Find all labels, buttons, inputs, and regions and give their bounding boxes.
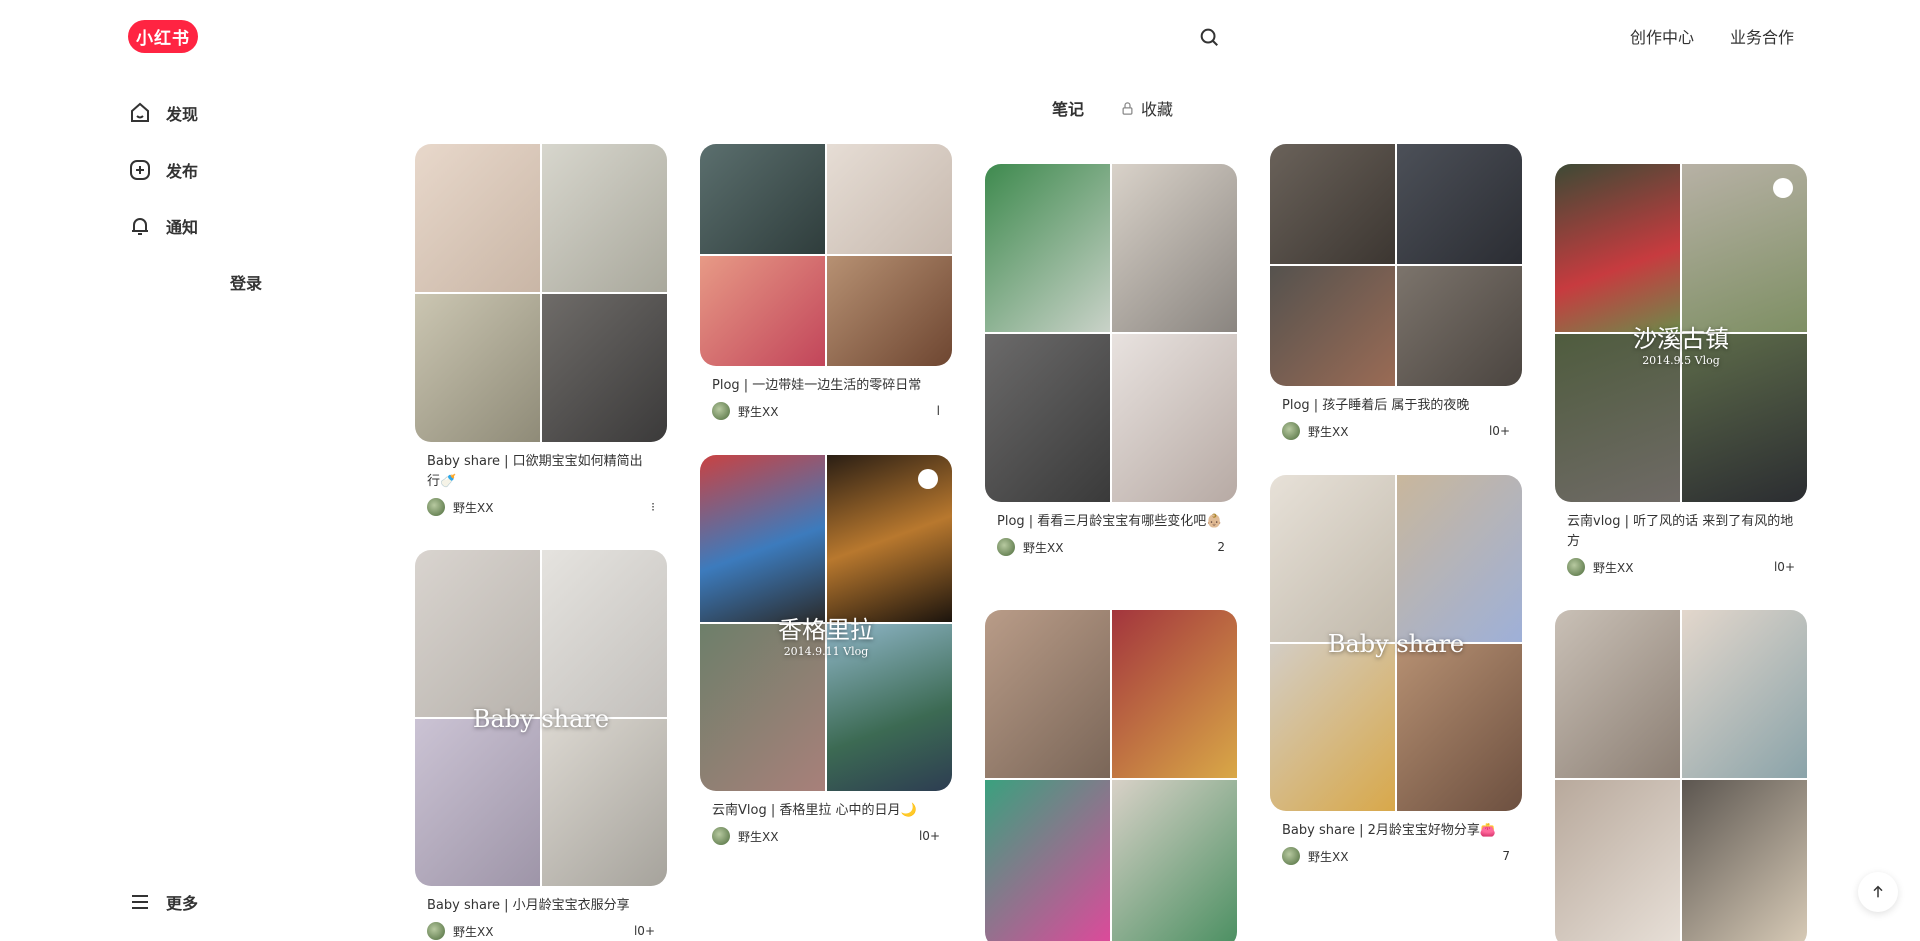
author-name[interactable]: 野生XX [1308,423,1348,440]
avatar[interactable] [1282,422,1300,440]
like-count[interactable]: l0+ [1774,560,1795,574]
note-card[interactable]: Plog | 孩子睡着后 属于我的夜晚 野生XX l0+ [1270,144,1522,440]
note-card[interactable]: 香格里拉 2014.9.11 Vlog 云南Vlog | 香格里拉 心中的日月🌙… [700,455,952,845]
note-card[interactable]: Plog | 看看三月龄宝宝有哪些变化吧👶🏼 野生XX 2 [985,164,1237,556]
cover-overlay-text: Baby share [1327,629,1465,658]
menu-icon [132,895,148,909]
like-count[interactable]: l [937,404,940,418]
cover-overlay-text: 香格里拉 2014.9.11 Vlog [778,615,874,658]
tab-collect[interactable]: 收藏 [1120,96,1173,120]
note-cover[interactable] [985,610,1237,941]
note-title[interactable]: 云南Vlog | 香格里拉 心中的日月🌙 [712,801,940,821]
note-cover[interactable]: 沙溪古镇 2014.9.5 Vlog [1555,164,1807,502]
note-card[interactable] [1555,610,1807,941]
more-label: 更多 [166,894,199,913]
home-icon [131,102,149,122]
author-name[interactable]: 野生XX [738,403,778,420]
video-indicator-icon [1773,178,1793,198]
sidebar-item-label: 发现 [166,105,199,124]
arrow-up-icon [1873,885,1883,898]
sidebar-item-publish[interactable]: 发布 [128,150,198,190]
author-name[interactable]: 野生XX [738,828,778,845]
note-card[interactable]: Baby share | 口欲期宝宝如何精简出行🍼 野生XX ⁝ [415,144,667,516]
note-title[interactable]: Plog | 看看三月龄宝宝有哪些变化吧👶🏼 [997,512,1225,532]
tab-notes[interactable]: 笔记 [1052,96,1084,120]
creator-center-link[interactable]: 创作中心 [1630,24,1694,48]
note-title[interactable]: Plog | 孩子睡着后 属于我的夜晚 [1282,396,1510,416]
note-cover[interactable] [1555,610,1807,941]
avatar[interactable] [427,922,445,940]
note-card[interactable] [985,610,1237,941]
tab-label: 笔记 [1052,100,1085,119]
note-cover[interactable]: 香格里拉 2014.9.11 Vlog [700,455,952,791]
note-cover[interactable] [1270,144,1522,386]
lock-icon [1122,101,1133,115]
cover-overlay-text: 沙溪古镇 2014.9.5 Vlog [1633,325,1729,368]
author-name[interactable]: 野生XX [1593,559,1633,576]
author-name[interactable]: 野生XX [1023,539,1063,556]
note-card[interactable]: 沙溪古镇 2014.9.5 Vlog 云南vlog | 听了风的话 来到了有风的… [1555,164,1807,576]
avatar[interactable] [1282,847,1300,865]
like-count[interactable]: l0+ [919,829,940,843]
video-indicator-icon [918,469,938,489]
note-cover[interactable]: Baby share [415,550,667,886]
note-cover[interactable] [415,144,667,442]
logo[interactable]: 小红书 [128,20,198,53]
note-card[interactable]: Baby share Baby share | 小月龄宝宝衣服分享 野生XX l… [415,550,667,940]
avatar[interactable] [712,827,730,845]
note-card[interactable]: Baby share Baby share | 2月龄宝宝好物分享👛 野生XX … [1270,475,1522,865]
sidebar-item-label: 发布 [166,162,199,181]
author-name[interactable]: 野生XX [1308,848,1348,865]
like-count[interactable]: ⁝ [651,500,655,514]
avatar[interactable] [712,402,730,420]
note-title[interactable]: Baby share | 2月龄宝宝好物分享👛 [1282,821,1510,841]
avatar[interactable] [1567,558,1585,576]
note-title[interactable]: Baby share | 小月龄宝宝衣服分享 [427,896,655,916]
sidebar-item-discover[interactable]: 发现 [128,93,198,133]
business-link[interactable]: 业务合作 [1730,24,1794,48]
avatar[interactable] [997,538,1015,556]
more-button[interactable]: 更多 [128,882,198,922]
plus-square-icon [130,160,150,180]
note-cover[interactable]: Baby share [1270,475,1522,811]
author-name[interactable]: 野生XX [453,499,493,516]
like-count[interactable]: l0+ [634,924,655,938]
like-count[interactable]: l0+ [1489,424,1510,438]
sidebar-item-notify[interactable]: 通知 [128,206,198,246]
tab-label: 收藏 [1141,100,1174,119]
note-title[interactable]: Baby share | 口欲期宝宝如何精简出行🍼 [427,452,655,492]
scroll-top-button[interactable] [1858,872,1898,912]
sidebar-item-label: 通知 [166,218,199,237]
like-count[interactable]: 2 [1217,540,1225,554]
note-cover[interactable] [700,144,952,366]
author-name[interactable]: 野生XX [453,923,493,940]
search-icon[interactable] [1198,26,1220,48]
avatar[interactable] [427,498,445,516]
note-title[interactable]: 云南vlog | 听了风的话 来到了有风的地方 [1567,512,1795,552]
note-cover[interactable] [985,164,1237,502]
bell-icon [132,218,148,235]
cover-overlay-text: Baby share [472,704,610,733]
note-title[interactable]: Plog | 一边带娃一边生活的零碎日常 [712,376,940,396]
login-button[interactable]: 登录 [230,270,262,294]
note-card[interactable]: Plog | 一边带娃一边生活的零碎日常 野生XX l [700,144,952,420]
like-count[interactable]: 7 [1502,849,1510,863]
